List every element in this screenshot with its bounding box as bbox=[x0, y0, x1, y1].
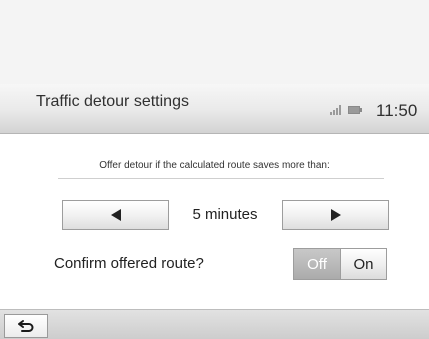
settings-panel: Offer detour if the calculated route sav… bbox=[0, 134, 429, 309]
battery-icon bbox=[348, 106, 362, 114]
signal-strength-icon bbox=[330, 105, 341, 115]
toggle-off-button[interactable]: Off bbox=[294, 249, 340, 279]
instruction-text: Offer detour if the calculated route sav… bbox=[99, 160, 330, 171]
triangle-left-icon bbox=[110, 209, 121, 221]
footer-bar bbox=[0, 309, 429, 339]
divider bbox=[58, 178, 384, 179]
decrease-button[interactable] bbox=[62, 200, 169, 230]
header-bar: Traffic detour settings 11:50 bbox=[0, 84, 429, 134]
top-blank-area bbox=[0, 0, 429, 84]
triangle-right-icon bbox=[330, 209, 341, 221]
increase-button[interactable] bbox=[282, 200, 389, 230]
back-arrow-icon bbox=[18, 320, 34, 332]
page-title: Traffic detour settings bbox=[36, 93, 189, 110]
clock: 11:50 bbox=[376, 101, 418, 120]
back-button[interactable] bbox=[4, 314, 48, 338]
confirm-route-label: Confirm offered route? bbox=[54, 255, 204, 272]
toggle-on-button[interactable]: On bbox=[340, 249, 386, 279]
status-area: 11:50 bbox=[330, 101, 428, 123]
confirm-route-toggle: Off On bbox=[293, 248, 387, 280]
screen: Traffic detour settings 11:50 Offer deto… bbox=[0, 0, 429, 339]
detour-time-value: 5 minutes bbox=[192, 206, 258, 223]
